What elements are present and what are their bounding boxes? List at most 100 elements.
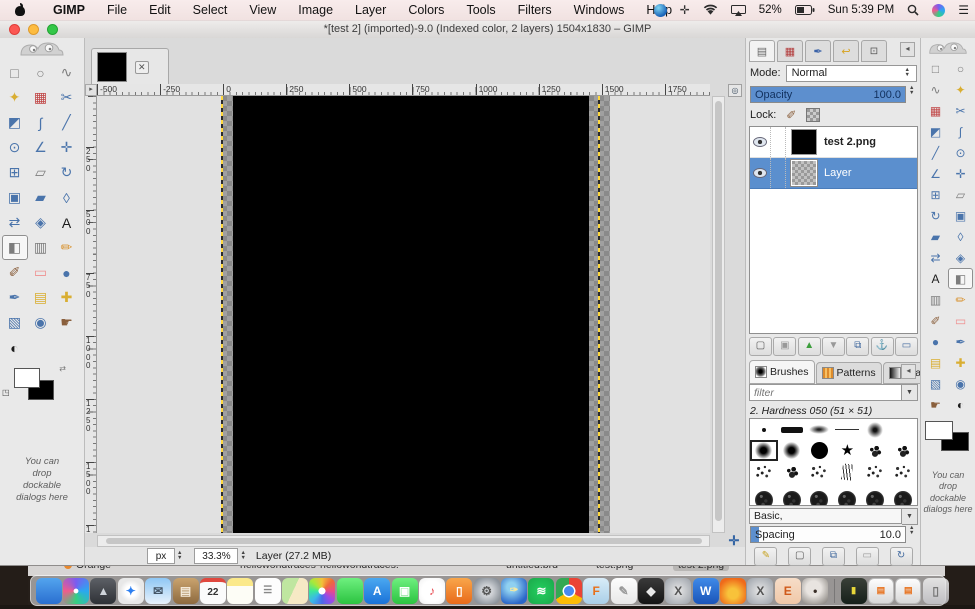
tool-clone[interactable]: ▤ — [923, 352, 948, 373]
dock-item-trash[interactable]: ▯ — [922, 577, 949, 604]
minimize-window-button[interactable] — [28, 24, 39, 35]
tool-pencil[interactable]: ✏ — [54, 235, 80, 260]
tool-gradient[interactable]: ▥ — [923, 289, 948, 310]
dock-item-inkscape[interactable]: ◆ — [637, 577, 664, 604]
brush-filter-input[interactable] — [749, 384, 902, 401]
swap-colors-icon[interactable]: ⇄ — [59, 364, 66, 373]
tool-smudge[interactable]: ☛ — [54, 310, 80, 335]
dock-item-notebook-folder[interactable]: ▮ — [840, 577, 867, 604]
category-dropdown-icon[interactable]: ▼ — [902, 508, 918, 525]
tool-eraser[interactable]: ▭ — [948, 310, 973, 331]
dock-item-maps[interactable] — [282, 577, 309, 604]
image-tab[interactable]: ✕ — [91, 48, 169, 85]
tool-perspective-clone[interactable]: ▧ — [2, 310, 28, 335]
tool-ink[interactable]: ✒ — [948, 331, 973, 352]
brush-swatch[interactable] — [806, 440, 834, 461]
menu-item[interactable]: Layer — [344, 3, 397, 17]
menu-item[interactable]: Filters — [507, 3, 563, 17]
menu-item[interactable]: Image — [287, 3, 344, 17]
tool-cage-transform[interactable]: ◈ — [948, 247, 973, 268]
zoom-window-button[interactable] — [47, 24, 58, 35]
horizontal-scrollbar[interactable] — [97, 535, 710, 547]
siri-icon[interactable] — [932, 3, 946, 17]
dock-item-eagle[interactable]: E — [774, 577, 801, 604]
lower-layer-button[interactable]: ▼ — [821, 337, 845, 356]
tool-text[interactable]: A — [54, 210, 80, 235]
horizontal-ruler[interactable]: -500 -250 0 250 500 750 1000 1250 1500 1750 — [97, 84, 710, 96]
refresh-brushes-button[interactable]: ↻ — [889, 547, 913, 566]
dock-item-finder[interactable] — [35, 577, 62, 604]
tool-measure[interactable]: ∠ — [28, 135, 54, 160]
dock-item-mail[interactable]: ✉ — [145, 577, 172, 604]
brush-swatch[interactable]: ★ — [833, 440, 861, 461]
opacity-spinner[interactable]: ▲ ▼ — [909, 85, 914, 96]
tab-layers[interactable]: ▤ — [749, 40, 775, 62]
spacing-spinner[interactable]: ▲ ▼ — [909, 525, 914, 536]
tool-ink[interactable]: ✒ — [2, 285, 28, 310]
brush-swatch[interactable] — [889, 482, 917, 503]
tool-crop[interactable]: ▱ — [948, 184, 973, 205]
unit-spinner[interactable]: ▲ ▼ — [177, 550, 182, 561]
anchor-layer-button[interactable]: ⚓ — [870, 337, 894, 356]
raise-layer-button[interactable]: ▲ — [797, 337, 821, 356]
mode-spinner[interactable]: ▲ ▼ — [905, 67, 910, 78]
dock-item-documents-stack[interactable]: ▤ — [867, 577, 894, 604]
tab-pointer[interactable]: ⊡ — [861, 40, 887, 62]
link-cell[interactable] — [771, 158, 786, 188]
foreground-color-swatch[interactable] — [925, 421, 953, 440]
tool-select-by-color[interactable]: ▦ — [923, 100, 948, 121]
dockable-menu-button[interactable]: ◂ — [900, 42, 915, 57]
tool-shear[interactable]: ▰ — [28, 185, 54, 210]
dock-item-xquartz[interactable]: X — [665, 577, 692, 604]
dockable-menu-button[interactable]: ◂ — [901, 364, 916, 379]
foreground-color-swatch[interactable] — [14, 368, 40, 388]
dock-item-messages[interactable] — [336, 577, 363, 604]
lock-alpha-icon[interactable] — [806, 108, 821, 122]
brushes-dialog-tab[interactable]: Brushes — [749, 360, 815, 384]
dock-item-siri[interactable] — [63, 577, 90, 604]
menu-item[interactable]: Tools — [455, 3, 506, 17]
eye-icon[interactable] — [753, 168, 767, 178]
layer-row[interactable]: Layer — [750, 158, 917, 189]
menu-item[interactable]: Edit — [138, 3, 182, 17]
brush-category-select[interactable]: Basic, — [749, 508, 902, 524]
dock-item-contacts[interactable]: ▤ — [172, 577, 199, 604]
brush-swatch[interactable] — [750, 461, 778, 482]
vertical-scrollbar-thumb[interactable] — [715, 101, 722, 521]
dock-item-downloads-stack[interactable]: ▤ — [895, 577, 922, 604]
tool-free-select[interactable]: ∿ — [54, 60, 80, 85]
tool-foreground-select[interactable]: ◩ — [923, 121, 948, 142]
vertical-ruler[interactable]: 250 500 750 1000 1250 1500 1750 — [85, 96, 97, 533]
tool-rotate[interactable]: ↻ — [54, 160, 80, 185]
image-layers[interactable] — [222, 96, 610, 533]
edit-brush-button[interactable]: ✎ — [754, 547, 778, 566]
dock-item-launchpad[interactable]: ▲ — [90, 577, 117, 604]
tool-scissors-select[interactable]: ✂ — [54, 85, 80, 110]
menu-item[interactable]: Select — [182, 3, 239, 17]
tab-undo-history[interactable]: ↩ — [833, 40, 859, 62]
brush-swatch[interactable] — [750, 419, 778, 440]
tool-smudge[interactable]: ☛ — [923, 394, 948, 415]
tool-paths[interactable]: ∫ — [28, 110, 54, 135]
dock-item-word[interactable]: W — [692, 577, 719, 604]
tool-scale[interactable]: ▣ — [948, 205, 973, 226]
tool-clone[interactable]: ▤ — [28, 285, 54, 310]
dock-item-reminders[interactable]: ☰ — [254, 577, 281, 604]
tool-heal[interactable]: ✚ — [54, 285, 80, 310]
menu-bar-clock[interactable]: Sun 5:39 PM — [828, 4, 894, 16]
eye-icon[interactable] — [753, 137, 767, 147]
tool-fuzzy-select[interactable]: ✦ — [2, 85, 28, 110]
tool-select-by-color[interactable]: ▦ — [28, 85, 54, 110]
tool-scale[interactable]: ▣ — [2, 185, 28, 210]
brush-swatch[interactable] — [750, 440, 778, 461]
tool-paths[interactable]: ∫ — [948, 121, 973, 142]
dock-item-fusion-360[interactable]: F — [583, 577, 610, 604]
tool-eraser[interactable]: ▭ — [28, 260, 54, 285]
opacity-slider[interactable]: Opacity 100.0 — [750, 86, 906, 103]
brush-swatch[interactable] — [778, 419, 806, 440]
brush-swatch[interactable] — [861, 440, 889, 461]
dock-item-notes[interactable] — [227, 577, 254, 604]
tool-flip[interactable]: ⇄ — [923, 247, 948, 268]
brush-swatch[interactable] — [861, 482, 889, 503]
brush-swatch[interactable] — [778, 482, 806, 503]
